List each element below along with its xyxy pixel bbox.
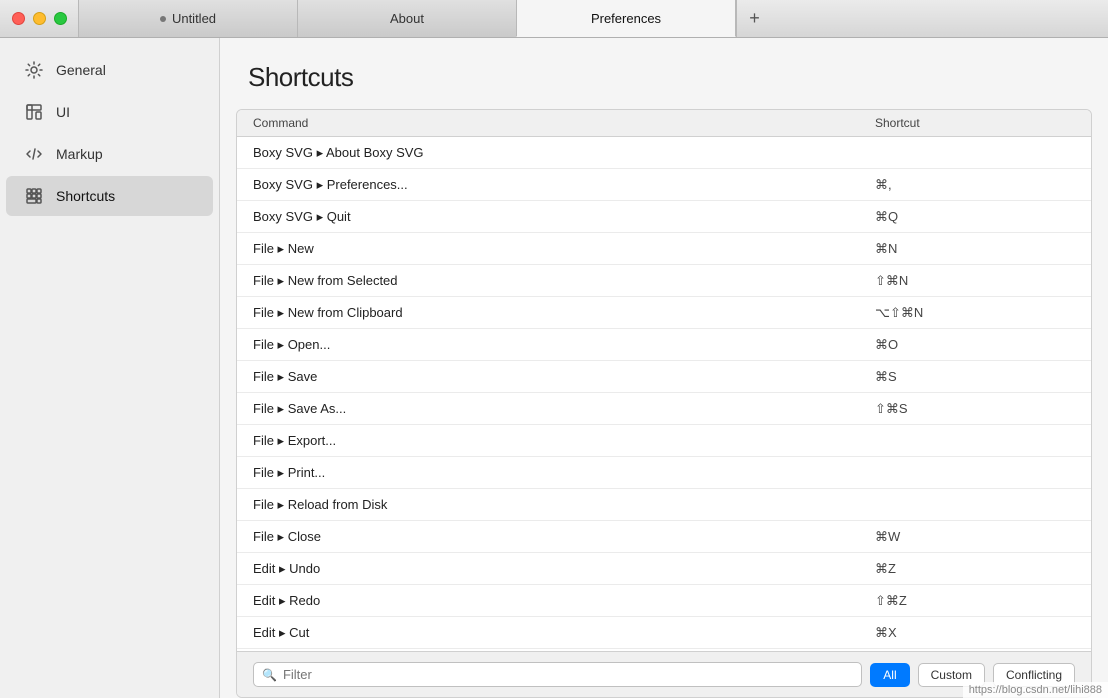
row-command-7: File ▸ Save [253, 369, 875, 385]
url-bar: https://blog.csdn.net/lihi888 [963, 682, 1108, 698]
column-command: Command [253, 116, 875, 130]
page-title: Shortcuts [248, 62, 1080, 93]
shortcuts-icon [24, 186, 44, 206]
markup-icon [24, 144, 44, 164]
row-command-6: File ▸ Open... [253, 337, 875, 353]
titlebar: Untitled About Preferences + [0, 0, 1108, 38]
row-shortcut-6: ⌘O [875, 337, 1075, 353]
table-row[interactable]: File ▸ Export... [237, 425, 1091, 457]
main-layout: General UI Markup Shortcuts Shortcuts Co… [0, 38, 1108, 698]
filter-input-wrapper: 🔍 [253, 662, 862, 687]
minimize-button[interactable] [33, 12, 46, 25]
row-command-0: Boxy SVG ▸ About Boxy SVG [253, 145, 875, 161]
tab-label-about: About [390, 11, 424, 26]
sidebar-item-shortcuts[interactable]: Shortcuts [6, 176, 213, 216]
tab-label-preferences: Preferences [591, 11, 661, 26]
row-command-14: Edit ▸ Redo [253, 593, 875, 609]
table-row[interactable]: File ▸ Save⌘S [237, 361, 1091, 393]
row-shortcut-14: ⇧⌘Z [875, 593, 1075, 609]
table-row[interactable]: File ▸ Close⌘W [237, 521, 1091, 553]
row-shortcut-4: ⇧⌘N [875, 273, 1075, 289]
sidebar-label-shortcuts: Shortcuts [56, 188, 115, 204]
table-row[interactable]: File ▸ Reload from Disk [237, 489, 1091, 521]
table-row[interactable]: File ▸ Open...⌘O [237, 329, 1091, 361]
row-shortcut-1: ⌘, [875, 177, 1075, 193]
row-command-13: Edit ▸ Undo [253, 561, 875, 577]
tab-label-untitled: Untitled [172, 11, 216, 26]
row-shortcut-7: ⌘S [875, 369, 1075, 385]
row-command-1: Boxy SVG ▸ Preferences... [253, 177, 875, 193]
sidebar: General UI Markup Shortcuts [0, 38, 220, 698]
close-button[interactable] [12, 12, 25, 25]
table-row[interactable]: Edit ▸ Redo⇧⌘Z [237, 585, 1091, 617]
row-shortcut-12: ⌘W [875, 529, 1075, 545]
table-row[interactable]: File ▸ Save As...⇧⌘S [237, 393, 1091, 425]
table-row[interactable]: Boxy SVG ▸ Preferences...⌘, [237, 169, 1091, 201]
new-tab-button[interactable]: + [736, 0, 772, 37]
row-command-5: File ▸ New from Clipboard [253, 305, 875, 321]
tab-untitled[interactable]: Untitled [78, 0, 298, 37]
table-header: Command Shortcut [237, 110, 1091, 137]
table-row[interactable]: Edit ▸ Cut⌘X [237, 617, 1091, 649]
filter-input[interactable] [283, 667, 853, 682]
sidebar-item-ui[interactable]: UI [6, 92, 213, 132]
row-shortcut-2: ⌘Q [875, 209, 1075, 225]
ui-icon [24, 102, 44, 122]
sidebar-item-general[interactable]: General [6, 50, 213, 90]
table-body[interactable]: Boxy SVG ▸ About Boxy SVG Boxy SVG ▸ Pref… [237, 137, 1091, 651]
window-controls [0, 12, 79, 25]
table-row[interactable]: File ▸ New⌘N [237, 233, 1091, 265]
table-row[interactable]: Boxy SVG ▸ About Boxy SVG [237, 137, 1091, 169]
tab-bar: Untitled About Preferences + [79, 0, 1108, 37]
content-area: Shortcuts Command Shortcut Boxy SVG ▸ Ab… [220, 38, 1108, 698]
row-command-12: File ▸ Close [253, 529, 875, 545]
table-row[interactable]: File ▸ Print... [237, 457, 1091, 489]
tab-about[interactable]: About [297, 0, 517, 37]
sidebar-item-markup[interactable]: Markup [6, 134, 213, 174]
row-command-3: File ▸ New [253, 241, 875, 257]
sidebar-label-general: General [56, 62, 106, 78]
general-icon [24, 60, 44, 80]
row-command-9: File ▸ Export... [253, 433, 875, 449]
row-shortcut-8: ⇧⌘S [875, 401, 1075, 417]
column-shortcut: Shortcut [875, 116, 1075, 130]
row-shortcut-3: ⌘N [875, 241, 1075, 257]
row-shortcut-5: ⌥⇧⌘N [875, 305, 1075, 321]
row-command-8: File ▸ Save As... [253, 401, 875, 417]
content-header: Shortcuts [220, 38, 1108, 109]
row-command-15: Edit ▸ Cut [253, 625, 875, 641]
row-command-2: Boxy SVG ▸ Quit [253, 209, 875, 225]
shortcuts-table: Command Shortcut Boxy SVG ▸ About Boxy S… [236, 109, 1092, 698]
row-shortcut-15: ⌘X [875, 625, 1075, 641]
search-icon: 🔍 [262, 668, 277, 682]
tab-dot [160, 16, 166, 22]
row-command-11: File ▸ Reload from Disk [253, 497, 875, 513]
table-row[interactable]: Edit ▸ Undo⌘Z [237, 553, 1091, 585]
table-row[interactable]: Boxy SVG ▸ Quit⌘Q [237, 201, 1091, 233]
row-command-10: File ▸ Print... [253, 465, 875, 481]
filter-btn-all[interactable]: All [870, 663, 909, 687]
sidebar-label-ui: UI [56, 104, 70, 120]
sidebar-label-markup: Markup [56, 146, 103, 162]
table-row[interactable]: File ▸ New from Clipboard⌥⇧⌘N [237, 297, 1091, 329]
table-row[interactable]: File ▸ New from Selected⇧⌘N [237, 265, 1091, 297]
row-shortcut-13: ⌘Z [875, 561, 1075, 577]
row-command-4: File ▸ New from Selected [253, 273, 875, 289]
maximize-button[interactable] [54, 12, 67, 25]
tab-preferences[interactable]: Preferences [516, 0, 736, 37]
